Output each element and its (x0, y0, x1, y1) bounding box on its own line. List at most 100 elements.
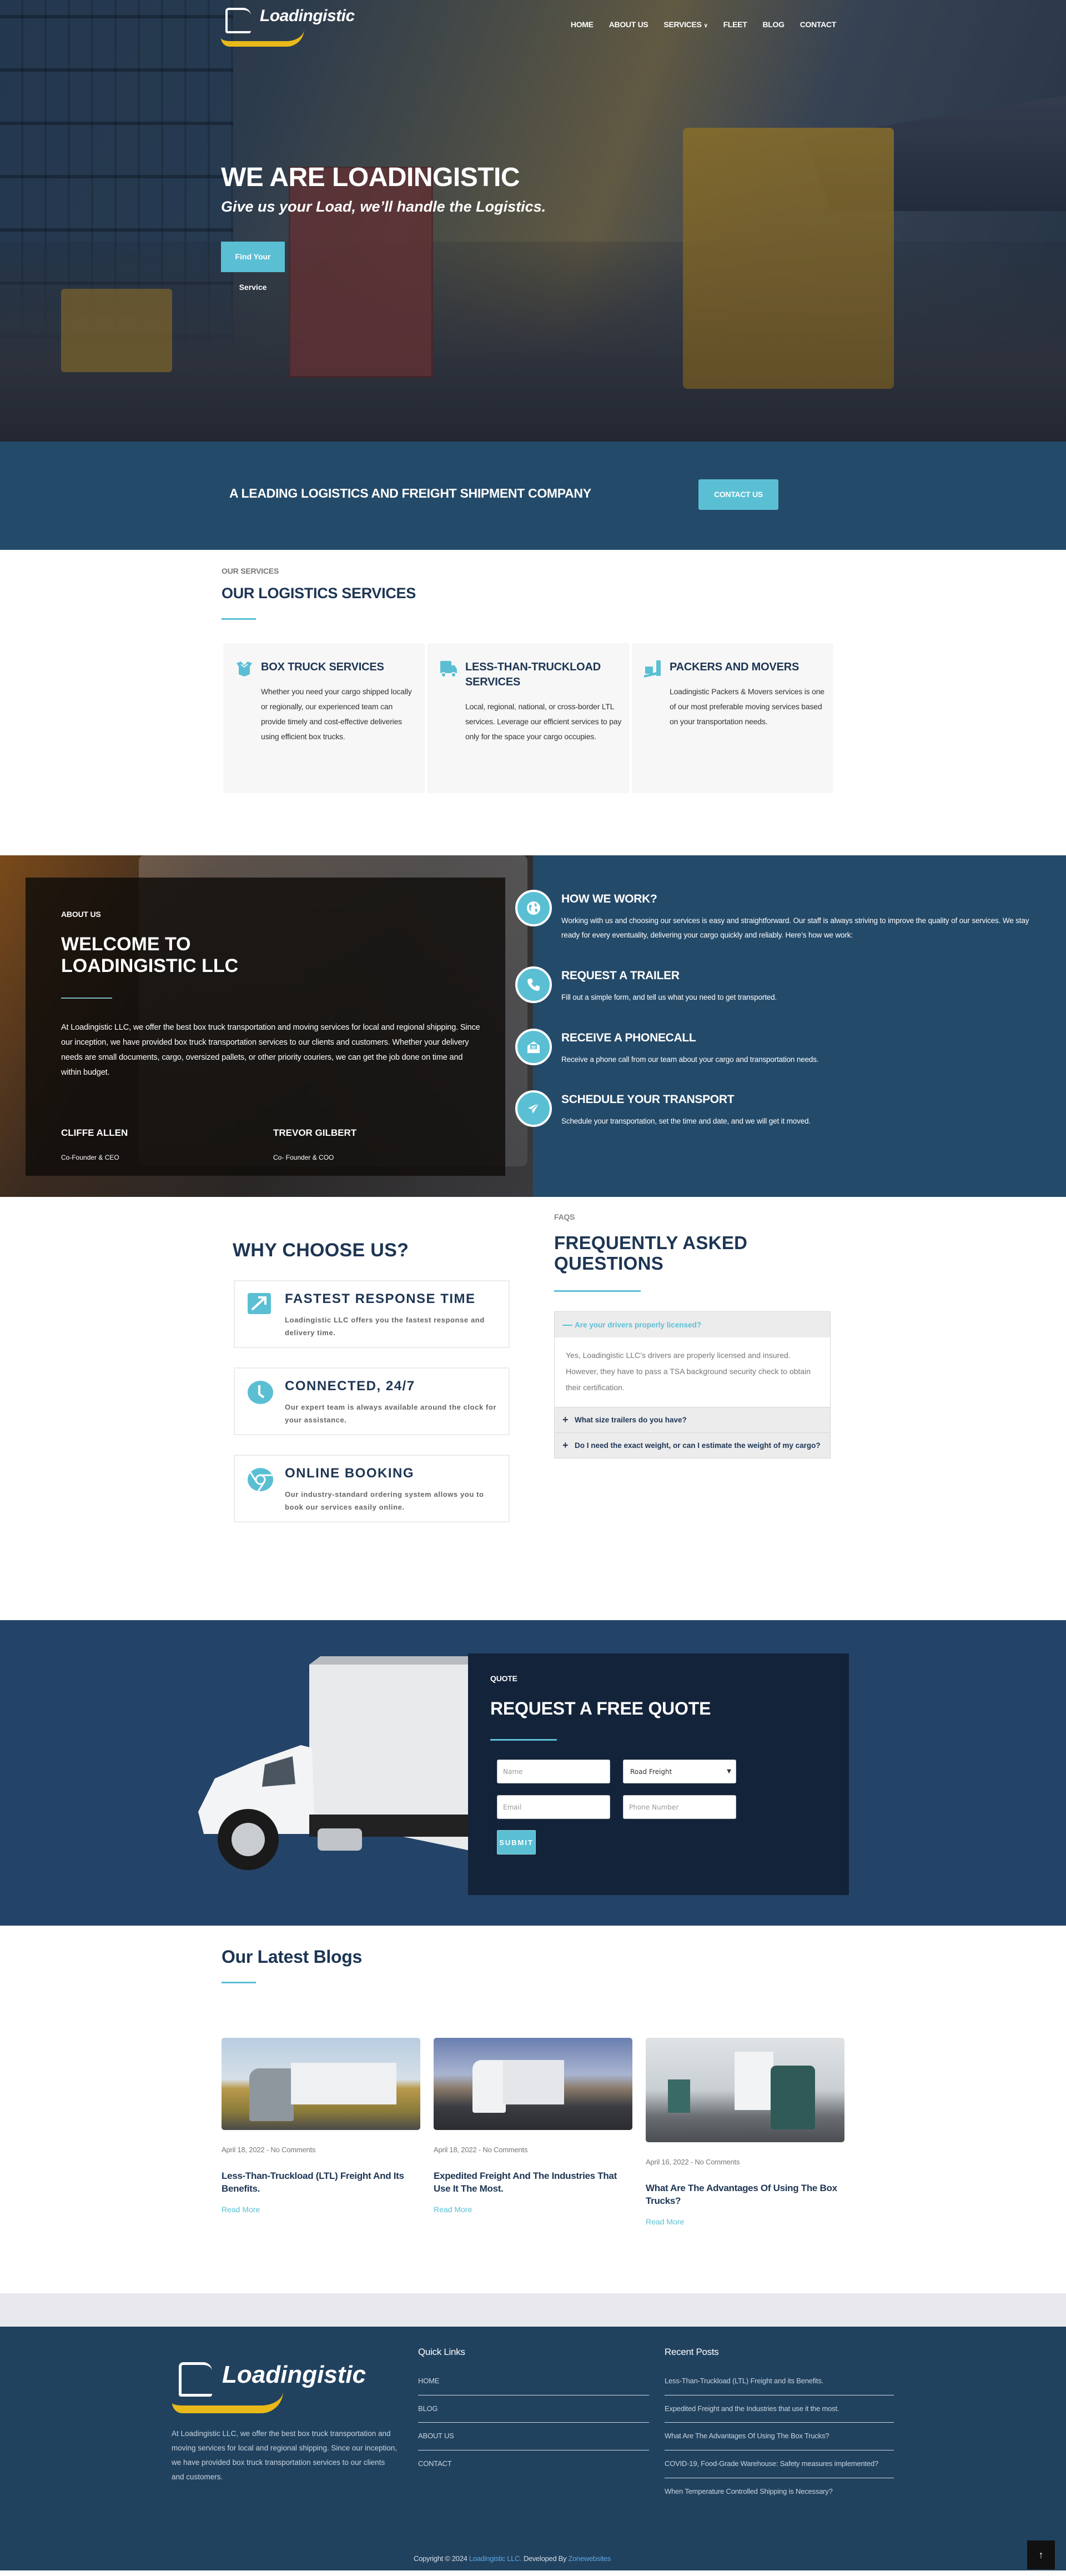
service-card[interactable]: LESS-THAN-TRUCKLOAD SERVICES Local, regio… (428, 643, 629, 793)
service-text: Loadingistic Packers & Movers services i… (670, 687, 824, 726)
why-card-text: Our expert team is always available arou… (285, 1403, 497, 1424)
how-step: REQUEST A TRAILER Fill out a simple form,… (515, 966, 1039, 1005)
copyright: Copyright © 2024 Loadingistic LLC. Devel… (414, 2554, 611, 2563)
name-input[interactable]: Name (497, 1760, 610, 1783)
read-more-link[interactable]: Read More (434, 2205, 632, 2214)
about-section: ABOUT US WELCOME TO LOADINGISTIC LLC At … (0, 855, 1066, 1197)
hero-title: WE ARE LOADINGISTIC (221, 163, 520, 192)
blog-comments[interactable]: No Comments (695, 2158, 740, 2166)
back-to-top-button[interactable]: ↑ (1027, 2540, 1055, 2569)
blog-card: April 18, 2022 - No Comments Expedited F… (434, 2038, 632, 2214)
service-title: BOX TRUCK SERVICES (261, 661, 384, 673)
recent-post-link[interactable]: What Are The Advantages Of Using The Box… (665, 2423, 894, 2451)
globe-icon (515, 890, 552, 926)
step-title: HOW WE WORK? (561, 893, 657, 905)
blog-image[interactable] (222, 2038, 420, 2130)
blog-comments[interactable]: No Comments (482, 2146, 527, 2154)
blog-card: April 16, 2022 - No Comments What Are Th… (646, 2038, 844, 2226)
why-title: WHY CHOOSE US? (233, 1240, 409, 1261)
quick-links: Quick Links HOME BLOG ABOUT US CONTACT (418, 2347, 649, 2478)
services-grid: BOX TRUCK SERVICES Whether you need your … (223, 643, 833, 793)
service-title: PACKERS AND MOVERS (670, 661, 800, 673)
nav-home[interactable]: HOME (571, 20, 594, 29)
why-card-title: ONLINE BOOKING (285, 1466, 415, 1481)
service-card[interactable]: BOX TRUCK SERVICES Whether you need your … (223, 643, 425, 793)
arrow-up-right-icon (247, 1291, 273, 1347)
recent-post-link[interactable]: COVID-19, Food-Grade Warehouse: Safety m… (665, 2450, 894, 2478)
open-box-icon (235, 660, 253, 793)
footer-link-blog[interactable]: BLOG (418, 2395, 649, 2423)
step-title: SCHEDULE YOUR TRANSPORT (561, 1093, 735, 1106)
chrome-icon (247, 1466, 273, 1521)
nav-services-label: SERVICES (663, 20, 702, 29)
nav-fleet[interactable]: FLEET (723, 20, 747, 29)
company-link[interactable]: Loadingistic LLC. (469, 2554, 522, 2563)
service-select[interactable]: Road Freight ▼ (623, 1760, 736, 1783)
faq-answer: Yes, Loadingistic LLC’s drivers are prop… (555, 1337, 830, 1407)
nav-contact[interactable]: CONTACT (800, 20, 837, 29)
contact-us-button[interactable]: CONTACT US (698, 479, 778, 510)
recent-posts-title: Recent Posts (665, 2347, 719, 2357)
service-text: Local, regional, national, or cross-bord… (465, 702, 622, 741)
paper-plane-icon (515, 1090, 552, 1127)
read-more-link[interactable]: Read More (222, 2205, 420, 2214)
arrow-up-icon: ↑ (1038, 2549, 1044, 2560)
footer-link-home[interactable]: HOME (418, 2368, 649, 2395)
blog-meta: April 18, 2022 - No Comments (434, 2146, 528, 2154)
hero-section: Loadingistic HOME ABOUT US SERVICES ∨ FLE… (0, 0, 1066, 442)
quote-form: Name Road Freight ▼ Email Phone Number (497, 1760, 849, 1819)
faq-question-text: Do I need the exact weight, or can I est… (575, 1441, 821, 1450)
recent-post-link[interactable]: Expedited Freight and the Industries tha… (665, 2395, 894, 2423)
blog-date: April 16, 2022 (646, 2158, 689, 2166)
blog-title[interactable]: Less-Than-Truckload (LTL) Freight And It… (222, 2169, 420, 2195)
blog-title[interactable]: Expedited Freight And The Industries Tha… (434, 2169, 632, 2195)
faq-question-text: What size trailers do you have? (575, 1416, 687, 1424)
developer-link[interactable]: Zonewebsites (568, 2554, 611, 2563)
nav-about-us[interactable]: ABOUT US (609, 20, 648, 29)
site-logo[interactable]: Loadingistic (221, 4, 355, 47)
about-title: WELCOME TO LOADINGISTIC LLC (61, 934, 239, 976)
truck-logo-icon (221, 4, 304, 47)
developed-by-text: Developed By (521, 2554, 569, 2563)
service-card[interactable]: PACKERS AND MOVERS Loadingistic Packers &… (632, 643, 833, 793)
about-text: At Loadingistic LLC, we offer the best b… (61, 1023, 480, 1077)
copyright-text: Copyright © 2024 (414, 2554, 469, 2563)
logo-text: Loadingistic (260, 7, 355, 25)
nav-blog[interactable]: BLOG (762, 20, 785, 29)
blog-image[interactable] (434, 2038, 632, 2130)
recent-post-link[interactable]: Less-Than-Truckload (LTL) Freight and it… (665, 2368, 894, 2395)
footer-logo[interactable]: Loadingistic (172, 2358, 366, 2413)
blog-image[interactable] (646, 2038, 844, 2142)
minus-icon: — (562, 1319, 572, 1330)
faq-title: FREQUENTLY ASKED QUESTIONS (554, 1232, 748, 1274)
recent-post-link[interactable]: When Temperature Controlled Shipping is … (665, 2478, 894, 2505)
step-text: Receive a phone call from our team about… (561, 1055, 819, 1064)
faq-question[interactable]: — Are your drivers properly licensed? (555, 1312, 830, 1337)
nav-services[interactable]: SERVICES ∨ (663, 20, 707, 29)
footer-link-contact[interactable]: CONTACT (418, 2450, 649, 2478)
read-more-link[interactable]: Read More (646, 2217, 844, 2226)
why-card-text: Our industry-standard ordering system al… (285, 1490, 484, 1511)
submit-button[interactable]: SUBMIT (497, 1830, 536, 1855)
blog-meta: April 18, 2022 - No Comments (222, 2146, 316, 2154)
email-input[interactable]: Email (497, 1795, 610, 1819)
about-panel: ABOUT US WELCOME TO LOADINGISTIC LLC At … (26, 878, 505, 1176)
blog-title[interactable]: What Are The Advantages Of Using The Box… (646, 2182, 844, 2207)
faq-question[interactable]: + What size trailers do you have? (555, 1407, 830, 1432)
blogs-section: Our Latest Blogs April 18, 2022 - No Com… (0, 1926, 1066, 2293)
blog-meta: April 16, 2022 - No Comments (646, 2158, 740, 2166)
phone-input[interactable]: Phone Number (623, 1795, 736, 1819)
footer-link-about-us[interactable]: ABOUT US (418, 2423, 649, 2451)
founder-role: Co- Founder & COO (273, 1154, 334, 1161)
chevron-down-icon: ▼ (727, 1768, 731, 1775)
hero-tagline: Give us your Load, we’ll handle the Logi… (221, 198, 546, 215)
blog-date: April 18, 2022 (434, 2146, 477, 2154)
faq-question[interactable]: + Do I need the exact weight, or can I es… (555, 1432, 830, 1458)
site-footer: Loadingistic At Loadingistic LLC, we off… (0, 2327, 1066, 2570)
blog-comments[interactable]: No Comments (270, 2146, 315, 2154)
step-text: Working with us and choosing our service… (561, 916, 1029, 939)
find-your-service-button[interactable]: Find Your Service (221, 242, 285, 292)
founder-role: Co-Founder & CEO (61, 1154, 119, 1161)
truck-icon (440, 660, 457, 793)
founders: CLIFFE ALLEN Co-Founder & CEO TREVOR GILB… (61, 1127, 505, 1161)
